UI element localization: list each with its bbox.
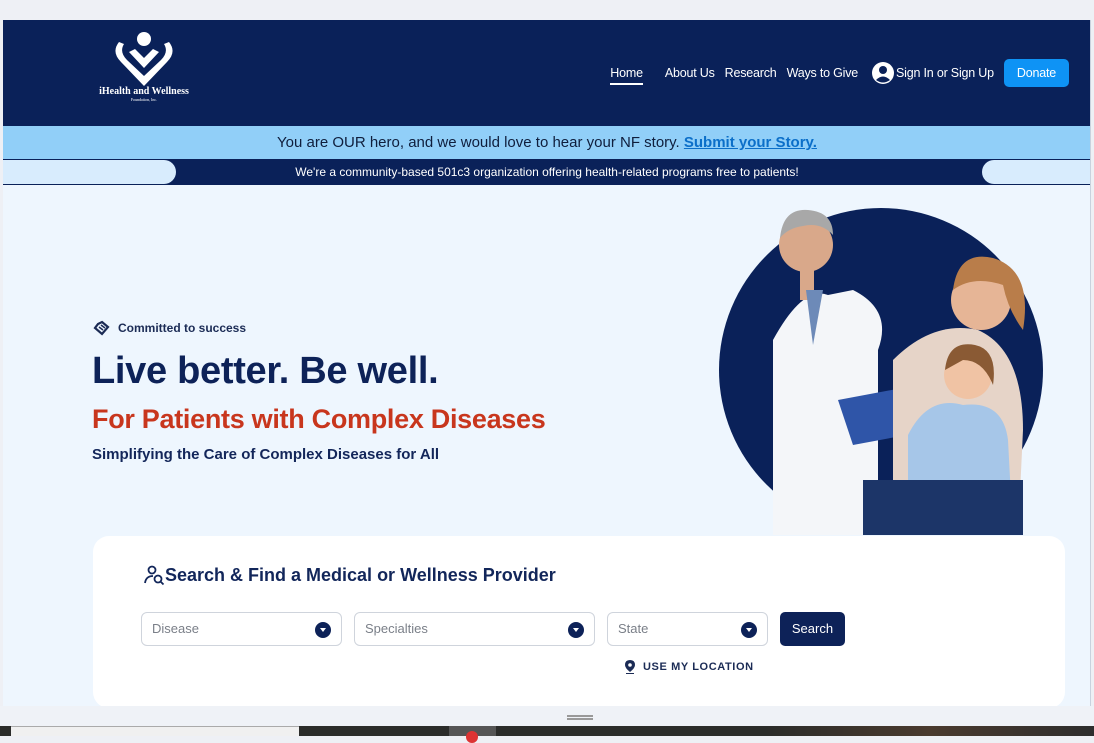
resize-handle[interactable] (567, 715, 593, 720)
use-my-location-link[interactable]: USE MY LOCATION (625, 660, 754, 674)
search-card-title: Search & Find a Medical or Wellness Prov… (143, 564, 556, 586)
resize-bar (0, 706, 1094, 726)
search-button[interactable]: Search (780, 612, 845, 646)
ticker-pill-left (3, 160, 176, 184)
submit-story-link[interactable]: Submit your Story. (684, 134, 817, 151)
hero-image (719, 208, 1043, 535)
donate-button[interactable]: Donate (1003, 59, 1069, 87)
nav-about-us[interactable]: About Us (665, 66, 715, 80)
nav-research[interactable]: Research (725, 66, 777, 80)
search-card-title-text: Search & Find a Medical or Wellness Prov… (165, 564, 556, 585)
user-icon (872, 62, 895, 84)
use-my-location-label: USE MY LOCATION (643, 661, 754, 673)
page: iHealth and Wellness Foundation, Inc. Ho… (3, 20, 1091, 706)
specialties-select[interactable]: Specialties (354, 612, 595, 646)
logo-icon (115, 32, 173, 86)
chevron-down-icon (741, 622, 757, 638)
hero-tagline: Simplifying the Care of Complex Diseases… (92, 446, 440, 463)
page-edge (1090, 20, 1091, 706)
state-select[interactable]: State (607, 612, 768, 646)
user-search-icon (144, 565, 165, 586)
hero-tag: Committed to success (93, 320, 246, 336)
sign-in-label: Sign In or Sign Up (896, 66, 994, 80)
logo[interactable]: iHealth and Wellness Foundation, Inc. (89, 30, 199, 120)
taskbar (0, 726, 1094, 743)
specialties-placeholder: Specialties (365, 621, 428, 636)
hero-title: Live better. Be well. (92, 350, 439, 392)
chevron-down-icon (315, 622, 331, 638)
state-placeholder: State (618, 621, 649, 636)
ticker-bar: We're a community-based 501c3 organizati… (3, 159, 1091, 185)
handshake-icon (93, 320, 110, 336)
banner-text: You are OUR hero, and we would love to h… (277, 134, 684, 151)
main-nav: Home About Us Research Ways to Give Sign… (600, 59, 1069, 87)
hero-subtitle: For Patients with Complex Diseases (92, 404, 546, 434)
provider-search-card: Search & Find a Medical or Wellness Prov… (93, 536, 1065, 706)
chevron-down-icon (568, 622, 584, 638)
story-banner: You are OUR hero, and we would love to h… (3, 126, 1091, 159)
hero-tag-text: Committed to success (118, 321, 247, 335)
location-pin-icon (625, 660, 635, 674)
disease-select[interactable]: Disease (141, 612, 342, 646)
taskbar-app-icon[interactable] (449, 726, 496, 743)
nav-home[interactable]: Home (610, 66, 643, 85)
site-header: iHealth and Wellness Foundation, Inc. Ho… (3, 20, 1091, 126)
nav-ways-to-give[interactable]: Ways to Give (787, 66, 859, 80)
ticker-pill-right (982, 160, 1091, 184)
sign-in-link[interactable]: Sign In or Sign Up (872, 62, 994, 84)
disease-placeholder: Disease (152, 621, 199, 636)
ticker-text: We're a community-based 501c3 organizati… (295, 165, 799, 179)
taskbar-window[interactable] (11, 726, 299, 736)
logo-sub: Foundation, Inc. (130, 97, 158, 102)
logo-name: iHealth and Wellness (99, 86, 189, 97)
